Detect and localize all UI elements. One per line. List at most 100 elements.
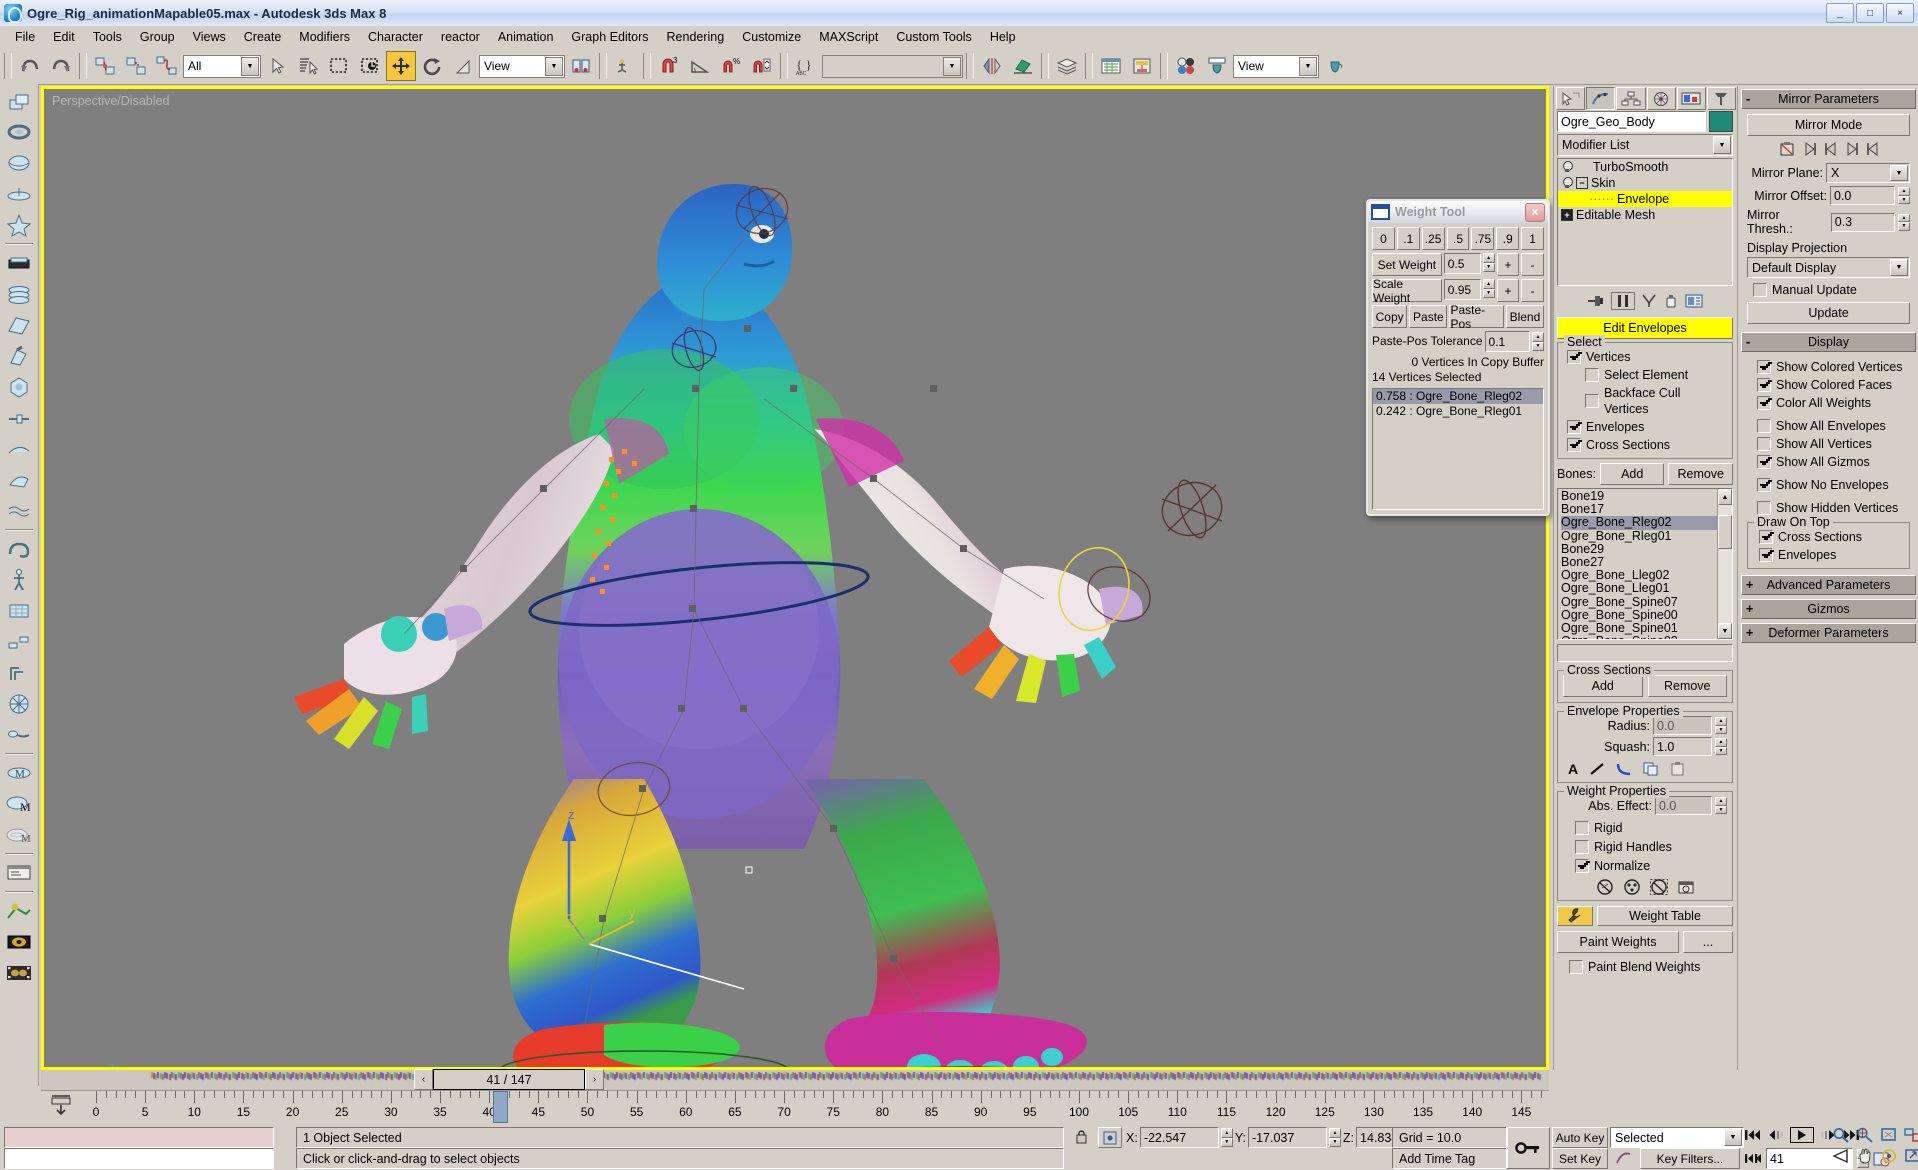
rollout-header[interactable]: + Deformer Parameters xyxy=(1741,623,1916,643)
arc-rotate-icon[interactable] xyxy=(1880,1148,1898,1164)
set-weight-minus-button[interactable]: - xyxy=(1521,253,1545,276)
include-verts-icon[interactable] xyxy=(1623,879,1641,895)
checkbox-box[interactable] xyxy=(1569,960,1583,974)
tab-display[interactable] xyxy=(1676,87,1706,110)
configure-modifier-sets-icon[interactable] xyxy=(1685,293,1703,309)
material-editor-icon[interactable] xyxy=(1171,51,1201,81)
bones-add-button[interactable]: Add xyxy=(1599,463,1665,485)
select-and-link-icon[interactable] xyxy=(90,51,120,81)
display-rollout-header[interactable]: - Display xyxy=(1741,332,1916,352)
curve-editor-icon[interactable] xyxy=(1096,51,1126,81)
absolute-relative-transform-toggle-icon[interactable] xyxy=(1098,1127,1122,1148)
pivot-icon[interactable] xyxy=(4,403,34,433)
box-primitive-icon[interactable] xyxy=(4,86,34,116)
checkbox-box[interactable] xyxy=(1757,437,1771,451)
menu-item-customize[interactable]: Customize xyxy=(733,28,810,46)
play-animation-icon[interactable] xyxy=(1790,1127,1814,1143)
window-crossing-toggle-icon[interactable] xyxy=(355,51,385,81)
checkbox-box[interactable] xyxy=(1757,455,1771,469)
minimize-button[interactable]: _ xyxy=(1826,3,1854,23)
copy-button[interactable]: Copy xyxy=(1372,305,1408,328)
snap-toggle-icon[interactable]: 3 xyxy=(654,51,684,81)
bone-list-item[interactable]: Ogre_Bone_Rleg02 xyxy=(1561,516,1732,530)
prev-frame-button[interactable]: ‹ xyxy=(414,1069,433,1090)
chevron-down-icon[interactable]: ▼ xyxy=(545,56,563,76)
hose-icon[interactable] xyxy=(4,341,34,371)
pan-view-icon[interactable] xyxy=(1856,1148,1874,1164)
maximize-viewport-toggle-icon[interactable] xyxy=(1904,1148,1918,1164)
light-bulb-icon[interactable] xyxy=(1561,161,1573,173)
chevron-down-icon[interactable]: ▼ xyxy=(1713,136,1731,154)
select-option-vertices[interactable]: Vertices xyxy=(1563,349,1727,365)
weight-preset-1[interactable]: 1 xyxy=(1521,227,1545,250)
collapse-icon[interactable]: − xyxy=(1576,177,1588,189)
previous-frame-icon[interactable] xyxy=(1767,1128,1785,1142)
checkbox-box[interactable] xyxy=(1567,350,1581,364)
modifier-list-combo[interactable]: Modifier List ▼ xyxy=(1557,134,1733,156)
mirror-thresh-field[interactable]: 0.3 xyxy=(1830,212,1895,232)
key-mode-combo[interactable]: Selected ▼ xyxy=(1610,1127,1744,1148)
scroll-down-icon[interactable]: ▼ xyxy=(1718,623,1732,639)
weight-tool-toggle-icon[interactable] xyxy=(1557,906,1593,926)
set-key-button[interactable]: Set Key xyxy=(1552,1148,1608,1169)
key-mode-toggle-icon[interactable] xyxy=(1506,1127,1550,1169)
checkbox-box[interactable] xyxy=(1585,394,1599,408)
rollout-gizmos[interactable]: + Gizmos xyxy=(1741,599,1916,619)
zoom-icon[interactable] xyxy=(1832,1127,1850,1143)
biped-icon[interactable] xyxy=(4,565,34,595)
display-option-color-all-weights[interactable]: Color All Weights xyxy=(1757,395,1916,411)
sphere-icon[interactable] xyxy=(4,148,34,178)
mirror-paste-green-vert-icon[interactable] xyxy=(1845,141,1859,157)
cross-sections-remove-button[interactable]: Remove xyxy=(1647,675,1727,697)
bind-to-space-warp-icon[interactable] xyxy=(152,51,182,81)
menu-item-group[interactable]: Group xyxy=(131,28,184,46)
close-icon[interactable]: × xyxy=(1525,202,1545,222)
align-icon[interactable] xyxy=(1008,51,1038,81)
set-weight-button[interactable]: Set Weight xyxy=(1372,253,1442,276)
menu-item-create[interactable]: Create xyxy=(235,28,291,46)
chevron-down-icon[interactable]: ▼ xyxy=(241,56,259,76)
set-key-filters-toggle-icon[interactable] xyxy=(1612,1148,1636,1167)
paste-envelope-icon[interactable] xyxy=(1670,762,1686,776)
light-bulb-icon[interactable] xyxy=(1561,177,1573,189)
weight-list-item[interactable]: 0.758 : Ogre_Bone_Rleg02 xyxy=(1373,389,1543,404)
scale-weight-plus-button[interactable]: + xyxy=(1496,279,1520,302)
mirror-offset-spinner[interactable]: ▲ ▼ xyxy=(1898,187,1910,204)
percent-snap-toggle-icon[interactable]: % xyxy=(716,51,746,81)
checkbox-box[interactable] xyxy=(1757,478,1771,492)
display-option-show-all-vertices[interactable]: Show All Vertices xyxy=(1757,436,1916,452)
weight-preset-0[interactable]: 0 xyxy=(1372,227,1395,250)
angle-snap-toggle-icon[interactable] xyxy=(685,51,715,81)
display-option-show-no-envelopes[interactable]: Show No Envelopes xyxy=(1757,477,1916,493)
menu-item-edit[interactable]: Edit xyxy=(44,28,84,46)
modifier-stack[interactable]: TurboSmooth − Skin ······ Envelope + Editable … xyxy=(1557,158,1733,286)
update-button[interactable]: Update xyxy=(1747,302,1910,324)
chevron-down-icon[interactable]: ▼ xyxy=(943,56,961,76)
abs-effect-field[interactable]: 0.0 xyxy=(1655,796,1712,815)
display-option-show-colored-vertices[interactable]: Show Colored Vertices xyxy=(1757,359,1916,375)
weight-tool-titlebar[interactable]: Weight Tool × xyxy=(1368,201,1548,223)
bones-remove-button[interactable]: Remove xyxy=(1668,463,1734,485)
scale-weight-spinner[interactable]: ▲ ▼ xyxy=(1482,279,1495,298)
helper-icon[interactable] xyxy=(4,658,34,688)
chevron-down-icon[interactable]: ▼ xyxy=(1299,56,1317,76)
manual-update-checkbox[interactable]: Manual Update xyxy=(1747,282,1910,298)
blend-button[interactable]: Blend xyxy=(1505,305,1544,328)
show-end-result-icon[interactable] xyxy=(1611,292,1635,310)
squash-field[interactable]: 1.0 xyxy=(1653,737,1712,756)
select-and-move-icon[interactable] xyxy=(386,51,416,81)
weight-list[interactable]: 0.758 : Ogre_Bone_Rleg02 0.242 : Ogre_Bon… xyxy=(1372,388,1544,510)
radius-spinner[interactable]: ▲ ▼ xyxy=(1715,717,1727,734)
perspective-viewport[interactable]: Perspective/Disabled z y xyxy=(41,86,1549,1070)
reference-coord-system-combo[interactable]: View ▼ xyxy=(479,54,565,78)
undo-icon[interactable] xyxy=(15,51,45,81)
menu-item-character[interactable]: Character xyxy=(359,28,432,46)
named-selection-sets-icon[interactable]: { } ABC xyxy=(791,51,821,81)
weight-list-item[interactable]: 0.242 : Ogre_Bone_Rleg01 xyxy=(1373,404,1543,419)
checkbox-box[interactable] xyxy=(1757,501,1771,515)
selection-filter-combo[interactable]: All ▼ xyxy=(183,54,261,78)
menu-item-reactor[interactable]: reactor xyxy=(432,28,489,46)
bone-filter-field[interactable] xyxy=(1557,644,1733,662)
nurbs-icon[interactable] xyxy=(4,465,34,495)
select-excluded-verts-icon[interactable] xyxy=(1649,879,1668,895)
